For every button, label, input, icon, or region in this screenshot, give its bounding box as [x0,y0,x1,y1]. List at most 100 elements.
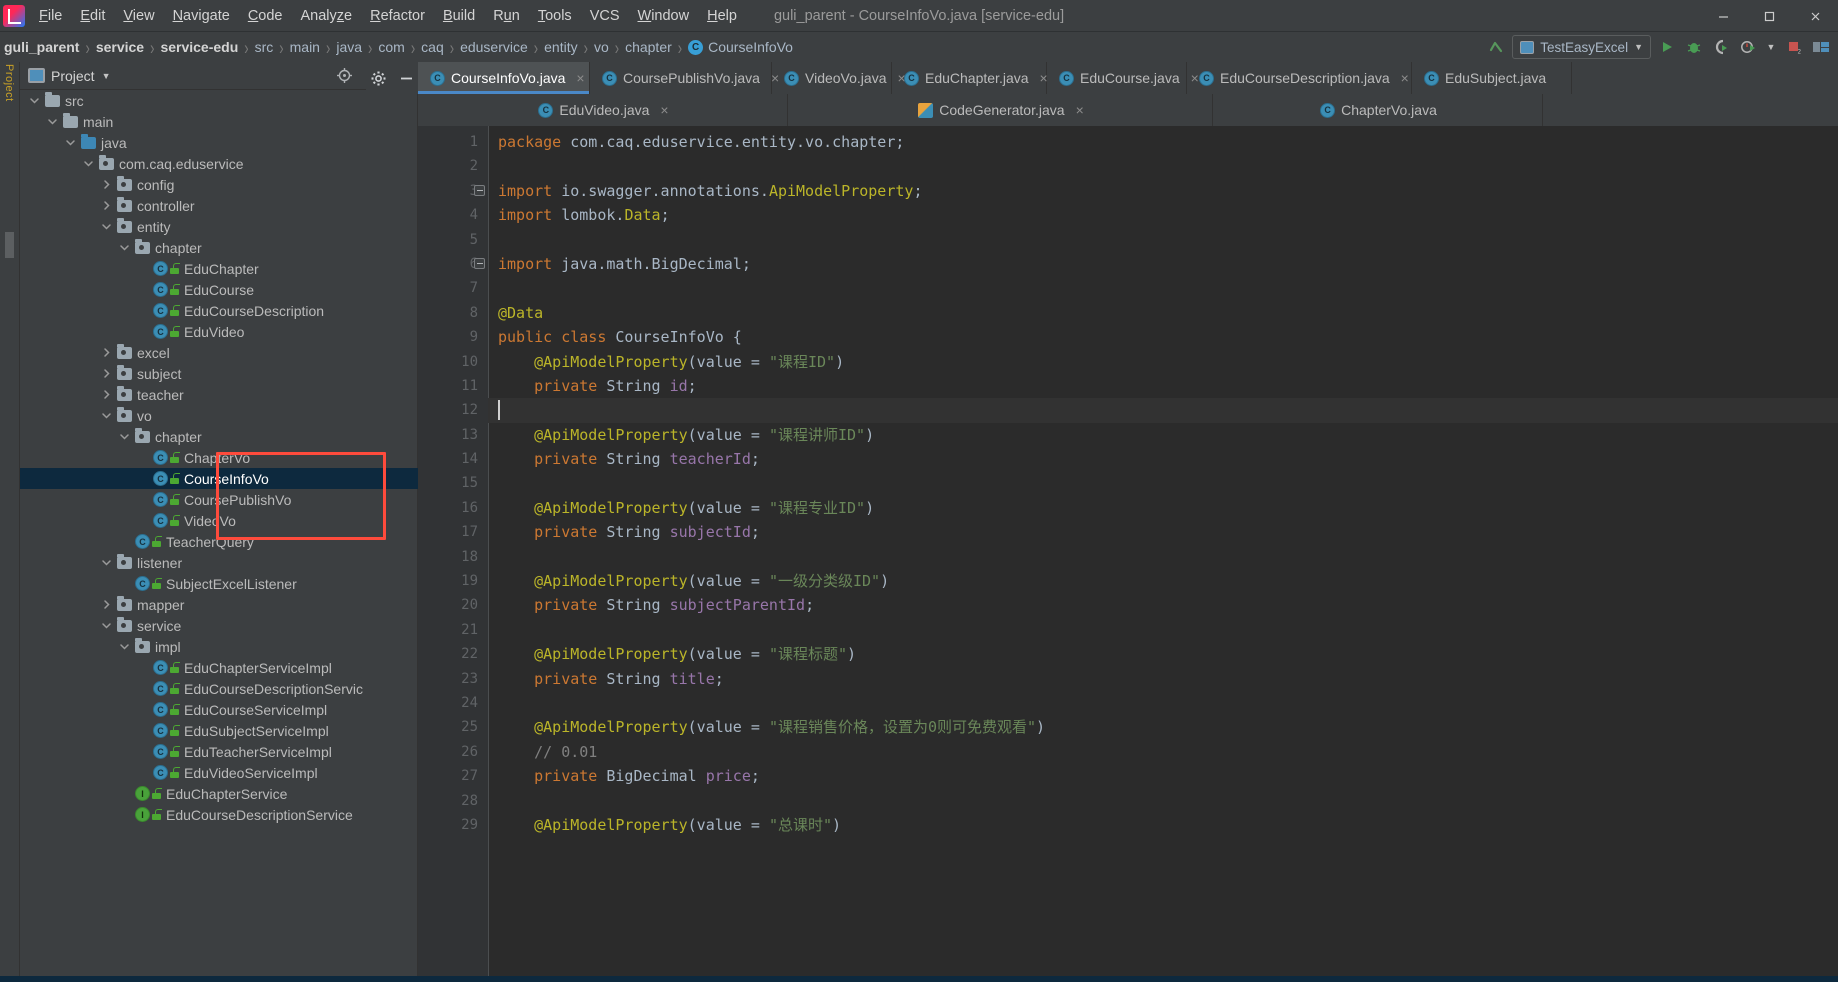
code-line[interactable] [488,618,1838,642]
line-number[interactable]: 16 [418,496,488,520]
tree-node-excel[interactable]: excel [20,342,418,363]
line-number[interactable]: 18 [418,545,488,569]
line-number[interactable]: 7 [418,276,488,300]
menu-item-tools[interactable]: Tools [529,4,581,28]
line-number[interactable]: 25 [418,715,488,739]
code-line[interactable] [488,154,1838,178]
editor-tab-codegenerator-java[interactable]: CodeGenerator.java × [788,94,1213,126]
menu-item-code[interactable]: Code [239,4,292,28]
code-line[interactable]: package com.caq.eduservice.entity.vo.cha… [488,130,1838,154]
tree-node-listener[interactable]: listener [20,552,418,573]
code-line[interactable] [488,789,1838,813]
tab-close-icon[interactable]: × [1076,102,1084,118]
hide-panel-icon[interactable] [394,65,418,91]
menu-item-navigate[interactable]: Navigate [164,4,239,28]
editor-tab-educhapter-java[interactable]: C EduChapter.java × [892,62,1048,94]
breadcrumb-item-caq[interactable]: caq [419,39,446,55]
code-line[interactable]: private String teacherId; [488,447,1838,471]
left-strip-project-tab[interactable]: Project [3,64,15,214]
code-line[interactable] [488,545,1838,569]
line-number[interactable]: 1 [418,130,488,154]
tree-node-educhapterserviceimpl[interactable]: C EduChapterServiceImpl [20,657,418,678]
tree-node-edusubjectserviceimpl[interactable]: C EduSubjectServiceImpl [20,720,418,741]
line-number[interactable]: 9 [418,325,488,349]
project-tree[interactable]: src main java com.caq.eduservice config contr… [20,90,418,982]
tab-close-icon[interactable]: × [576,70,584,86]
tree-node-eduteacherserviceimpl[interactable]: C EduTeacherServiceImpl [20,741,418,762]
line-number[interactable]: 26 [418,740,488,764]
profiler-dropdown-icon[interactable]: ▼ [1764,35,1778,59]
tree-node-videovo[interactable]: C VideoVo [20,510,418,531]
tree-node-src[interactable]: src [20,90,418,111]
project-panel-title[interactable]: Project [51,68,95,84]
editor-tab-chaptervo-java[interactable]: C ChapterVo.java [1213,94,1543,126]
line-number[interactable]: 12 [418,398,488,422]
breadcrumb-item-entity[interactable]: entity [542,39,579,55]
left-tool-window-strip[interactable]: Project [0,62,20,982]
code-line[interactable]: private String subjectId; [488,520,1838,544]
line-number[interactable]: 24 [418,691,488,715]
tool-window-resize-handle[interactable] [5,232,14,258]
tree-node-subject[interactable]: subject [20,363,418,384]
code-line[interactable]: @ApiModelProperty(value = "总课时") [488,813,1838,837]
chevron-down-icon[interactable] [100,556,113,569]
window-controls[interactable] [1700,0,1838,32]
code-line[interactable]: // 0.01 [488,740,1838,764]
line-number[interactable]: 5 [418,228,488,252]
code-line[interactable]: import io.swagger.annotations.ApiModelPr… [488,179,1838,203]
tree-node-subjectexcellistener[interactable]: C SubjectExcelListener [20,573,418,594]
code-line[interactable]: @ApiModelProperty(value = "课程标题") [488,642,1838,666]
tree-node-vo[interactable]: vo [20,405,418,426]
code-line[interactable]: @ApiModelProperty(value = "课程专业ID") [488,496,1838,520]
line-number-gutter[interactable]: 1234567891011121314151617181920212223242… [418,126,489,982]
chevron-down-icon[interactable]: ▼ [1634,42,1643,52]
menu-item-run[interactable]: Run [484,4,529,28]
tree-node-main[interactable]: main [20,111,418,132]
debug-icon[interactable] [1683,35,1705,59]
menu-item-window[interactable]: Window [629,4,699,28]
line-number[interactable]: 14 [418,447,488,471]
editor-tab-edusubject-java[interactable]: C EduSubject.java [1412,62,1572,94]
breadcrumb-item-java[interactable]: java [334,39,364,55]
tree-node-educoursedescription[interactable]: C EduCourseDescription [20,300,418,321]
code-editor[interactable]: 1234567891011121314151617181920212223242… [418,126,1838,982]
chevron-right-icon[interactable] [100,388,113,401]
line-number[interactable]: 10 [418,350,488,374]
line-number[interactable]: 13 [418,423,488,447]
breadcrumb-item-courseinfovo[interactable]: C CourseInfoVo [686,39,795,55]
code-line[interactable]: @ApiModelProperty(value = "课程讲师ID") [488,423,1838,447]
chevron-down-icon[interactable] [100,409,113,422]
code-line[interactable]: @ApiModelProperty(value = "课程销售价格，设置为0则可… [488,715,1838,739]
tree-node-java[interactable]: java [20,132,418,153]
tree-node-chaptervo[interactable]: C ChapterVo [20,447,418,468]
menu-bar[interactable]: File Edit View Navigate Code Analyze Refactor B… [30,4,746,28]
editor-tab-videovo-java[interactable]: C VideoVo.java × [772,62,906,94]
code-line[interactable]: public class CourseInfoVo { [488,325,1838,349]
code-line[interactable]: @Data [488,301,1838,325]
menu-item-refactor[interactable]: Refactor [361,4,434,28]
breadcrumb[interactable]: guli_parent › service › service-edu › src › main… [0,36,795,59]
chevron-right-icon[interactable] [100,367,113,380]
run-configuration-selector[interactable]: TestEasyExcel ▼ [1512,35,1651,59]
code-line[interactable] [488,691,1838,715]
code-line[interactable] [488,398,1838,423]
code-fold-icon[interactable] [474,258,485,269]
breadcrumb-item-eduservice[interactable]: eduservice [458,39,530,55]
line-number[interactable]: 23 [418,667,488,691]
chevron-down-icon[interactable] [100,220,113,233]
menu-item-edit[interactable]: Edit [71,4,114,28]
code-text-area[interactable]: package com.caq.eduservice.entity.vo.cha… [488,126,1838,982]
layout-icon[interactable] [1810,35,1832,59]
tree-node-educhapter[interactable]: C EduChapter [20,258,418,279]
menu-item-help[interactable]: Help [698,4,746,28]
breadcrumb-item-guli-parent[interactable]: guli_parent [2,39,81,55]
chevron-down-icon[interactable] [28,94,41,107]
breadcrumb-item-com[interactable]: com [376,39,406,55]
chevron-down-icon[interactable] [118,430,131,443]
chevron-down-icon[interactable] [118,241,131,254]
tree-node-educoursedescriptionservic[interactable]: C EduCourseDescriptionServic [20,678,418,699]
code-line[interactable]: private String subjectParentId; [488,593,1838,617]
editor-tab-row-2[interactable]: C EduVideo.java × CodeGenerator.java × C Chapt… [418,94,1838,126]
editor-tab-courseinfovo-java[interactable]: C CourseInfoVo.java × [418,62,590,94]
tree-node-coursepublishvo[interactable]: C CoursePublishVo [20,489,418,510]
